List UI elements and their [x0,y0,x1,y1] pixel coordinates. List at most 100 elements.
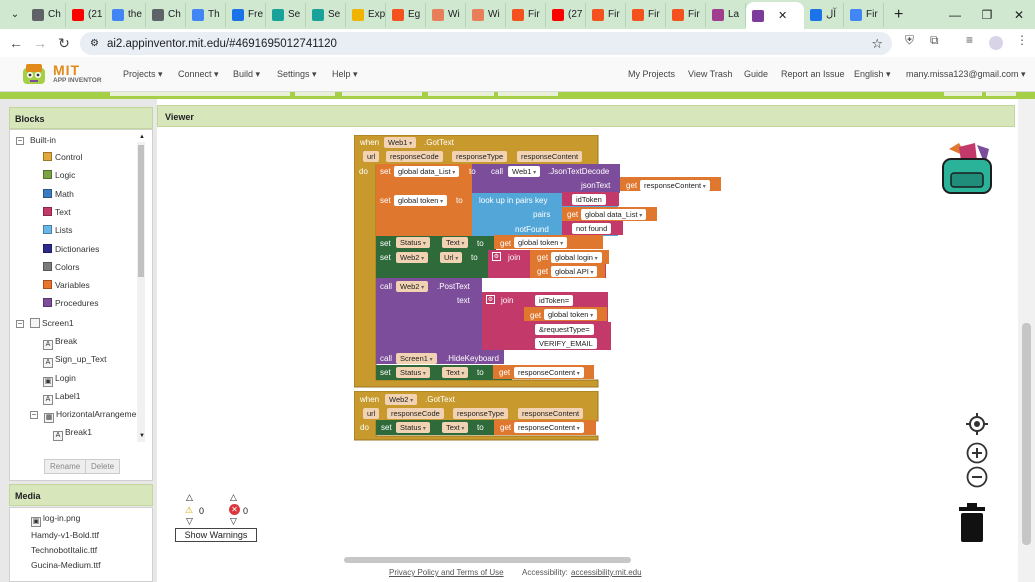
component-dropdown[interactable]: Web2 [396,252,429,263]
builtin-drawer-math[interactable]: Math [43,188,74,199]
trash-icon[interactable] [957,503,987,543]
variable-dropdown[interactable]: global data_List [394,166,460,177]
zoom-out-icon[interactable] [966,466,988,488]
param-url[interactable]: url [363,408,380,419]
text-value[interactable]: idToken [572,194,606,205]
component-tree-item[interactable]: ▣ Login [43,373,76,387]
variable-dropdown[interactable]: responseContent [514,367,584,378]
variable-dropdown[interactable]: global data_List [581,209,647,220]
browser-tab[interactable]: Se [306,2,346,27]
page-scrollbar[interactable] [1018,99,1035,582]
browser-tab[interactable]: (21 [66,2,106,27]
forward-icon[interactable]: → [28,35,52,51]
accessibility-link[interactable]: accessibility.mit.edu [571,568,642,577]
blocks-tree-scrollbar[interactable] [137,142,145,442]
extensions-icon[interactable]: ⧉ [930,33,939,48]
menu-build[interactable]: Build ▾ [233,69,260,80]
builtin-drawer-procedures[interactable]: Procedures [43,298,98,308]
component-dropdown[interactable]: Status [396,367,430,378]
scroll-down-icon[interactable]: ▼ [139,433,145,439]
builtin-drawer-control[interactable]: Control [43,152,82,162]
builtin-drawer-lists[interactable]: Lists [43,225,72,235]
minimize-icon[interactable]: — [939,0,971,29]
param-responsecode[interactable]: responseCode [386,151,443,162]
property-dropdown[interactable]: Text [442,422,469,433]
property-dropdown[interactable]: Url [440,252,463,263]
browser-tab[interactable]: Ch [146,2,186,27]
component-dropdown[interactable]: Screen1 [396,353,437,364]
close-tab-icon[interactable]: ✕ [778,9,787,22]
browser-menu-icon[interactable]: ⋮ [1016,33,1028,47]
variable-dropdown[interactable]: global login [551,252,602,263]
workspace-horizontal-scrollbar[interactable] [344,557,631,563]
variable-dropdown[interactable]: responseContent [640,180,710,191]
warning-next-arrow-icon[interactable]: ▽ [186,516,193,527]
app-inventor-logo[interactable] [20,60,48,88]
builtin-drawer-text[interactable]: Text [43,206,71,217]
property-dropdown[interactable]: Text [442,367,469,378]
browser-tab[interactable]: Fir [586,2,626,27]
browser-tab[interactable]: Fir [626,2,666,27]
browser-tab[interactable]: Wi [426,2,466,27]
param-responsecontent[interactable]: responseContent [517,151,583,162]
shield-extension-icon[interactable]: ⛨ [905,33,914,48]
param-url[interactable]: url [363,151,380,162]
param-responsecontent[interactable]: responseContent [518,408,584,419]
profile-avatar[interactable] [989,36,1003,50]
media-file[interactable]: TechnobotItalic.ttf [31,545,97,555]
browser-tab[interactable]: Se [266,2,306,27]
media-file[interactable]: Hamdy-v1-Bold.ttf [31,530,99,540]
browser-tab[interactable]: the [106,2,146,27]
error-prev-arrow-icon[interactable]: △ [230,492,237,503]
show-warnings-button[interactable]: Show Warnings [175,528,257,542]
menu-projects[interactable]: Projects ▾ [123,69,163,80]
restore-icon[interactable]: ❐ [971,0,1003,29]
scroll-up-icon[interactable]: ▲ [139,134,145,140]
builtin-drawer-dictionaries[interactable]: Dictionaries [43,243,99,254]
builtin-drawer-logic[interactable]: Logic [43,170,75,180]
language-menu[interactable]: English ▾ [854,69,891,80]
property-dropdown[interactable]: Text [442,237,469,248]
param-responsetype[interactable]: responseType [452,151,508,162]
reload-icon[interactable]: ↻ [52,35,76,52]
text-value[interactable]: idToken= [535,295,574,306]
component-tree-item[interactable]: A Label1 [43,391,81,405]
media-file[interactable]: Gucina-Medium.ttf [31,560,100,570]
menu-settings[interactable]: Settings ▾ [277,69,317,80]
rename-button[interactable]: Rename [44,459,87,474]
close-window-icon[interactable]: ✕ [1003,0,1035,29]
delete-button[interactable]: Delete [85,459,121,474]
browser-tab[interactable]: Fir [506,2,546,27]
tab-search-icon[interactable]: ⌄ [4,4,26,26]
menu-help[interactable]: Help ▾ [332,69,358,80]
warning-prev-arrow-icon[interactable]: △ [186,492,193,503]
param-responsetype[interactable]: responseType [453,408,509,419]
screen1-tree-node[interactable]: − Screen1 [16,318,74,328]
component-tree-item[interactable]: A Break [43,336,77,350]
menu-connect[interactable]: Connect ▾ [178,69,219,80]
mutator-gear-icon[interactable]: ⚙ [486,295,495,304]
text-value[interactable]: &requestType= [535,324,594,335]
component-dropdown[interactable]: Web2 [396,281,429,292]
text-value[interactable]: not found [572,223,612,234]
browser-tab[interactable]: La [706,2,746,27]
component-dropdown[interactable]: Web1 [508,166,541,177]
account-menu[interactable]: many.missa123@gmail.com ▾ [906,69,1026,80]
variable-dropdown[interactable]: global token [514,237,568,248]
browser-tab[interactable]: Exp [346,2,386,27]
new-tab-icon[interactable]: + [894,6,903,24]
tree-item-break1[interactable]: A Break1 [53,427,92,441]
variable-dropdown[interactable]: responseContent [514,422,584,433]
text-value[interactable]: VERIFY_EMAIL [535,338,597,349]
back-icon[interactable]: ← [4,35,28,51]
builtin-drawer-colors[interactable]: Colors [43,261,80,272]
site-info-icon[interactable]: ⚙ [90,38,99,49]
builtin-tree-node[interactable]: − Built-in [16,135,56,145]
browser-tab[interactable]: Wi [466,2,506,27]
media-file[interactable]: ▣ log-in.png [31,513,80,527]
browser-tab-active[interactable]: ✕ [746,2,804,29]
bookmark-star-icon[interactable]: ☆ [871,36,883,52]
backpack-icon[interactable] [937,139,997,197]
variable-dropdown[interactable]: global token [394,195,448,206]
mutator-gear-icon[interactable]: ⚙ [492,252,501,261]
